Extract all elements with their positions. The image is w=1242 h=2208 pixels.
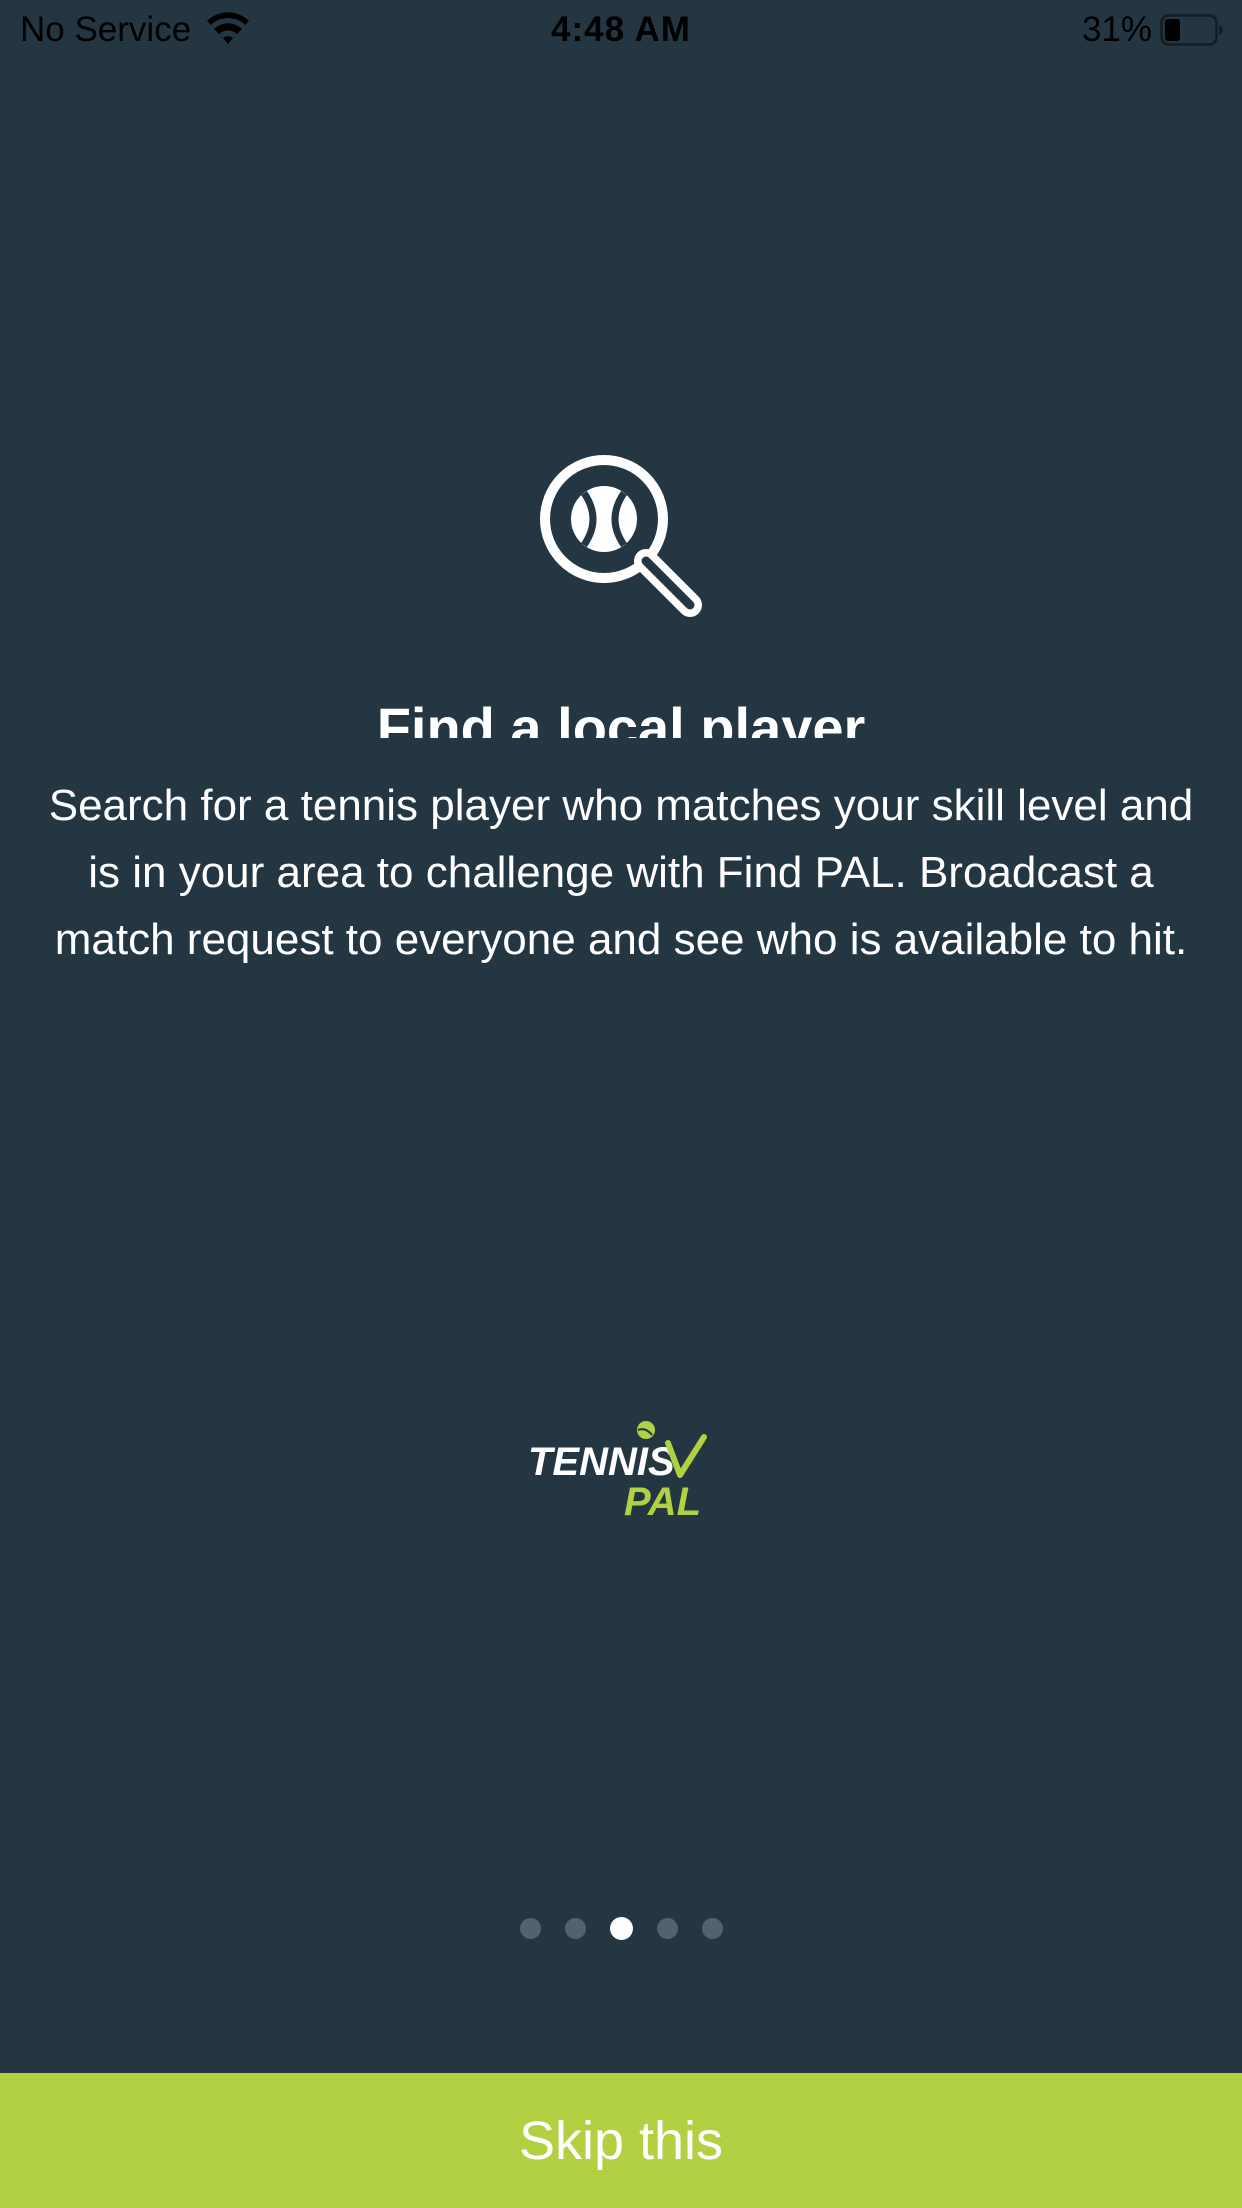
battery-icon	[1160, 14, 1223, 46]
battery-percent: 31%	[1081, 10, 1152, 49]
search-tennis-ball-icon	[540, 455, 706, 621]
page-dot-1[interactable]	[519, 1917, 541, 1939]
skip-button[interactable]: Skip this	[0, 2073, 1242, 2208]
status-time: 4:48 AM	[551, 10, 691, 49]
page-dot-2[interactable]	[564, 1917, 586, 1939]
page-dot-4[interactable]	[656, 1917, 678, 1939]
tennis-pal-logo: TENNIS PAL	[520, 1415, 730, 1525]
logo-graphic: TENNIS PAL	[528, 1421, 707, 1524]
magnifier-icon	[540, 455, 702, 617]
page-dot-3[interactable]	[609, 1916, 633, 1940]
onboarding-description: Search for a tennis player who matches y…	[48, 781, 1194, 964]
page-title: Find a local player	[376, 696, 866, 738]
title-container: Find a local player	[0, 688, 1242, 738]
logo-text-line2: PAL	[624, 1480, 701, 1524]
page-indicator[interactable]	[0, 1915, 1242, 1941]
logo-text-line1: TENNIS	[528, 1440, 675, 1484]
status-bar: No Service 4:48 AM 31%	[0, 0, 1242, 62]
page-dot-5[interactable]	[701, 1917, 723, 1939]
status-right: 31%	[1082, 10, 1224, 50]
tennis-ball-icon	[571, 486, 637, 552]
